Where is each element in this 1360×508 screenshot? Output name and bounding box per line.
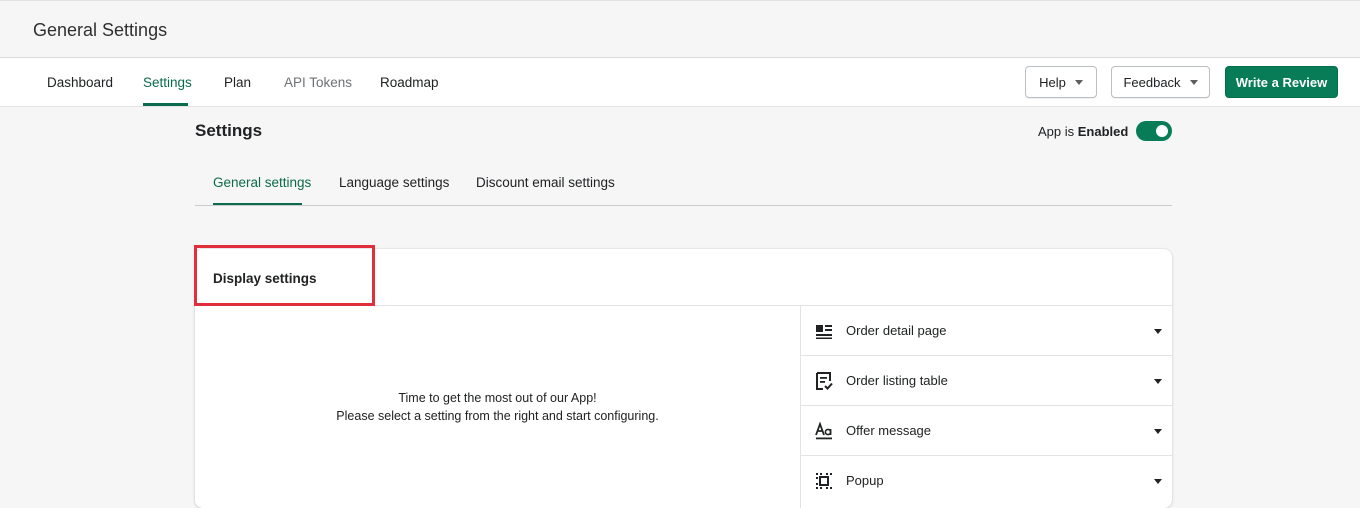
option-label: Popup (846, 473, 884, 488)
option-label: Order detail page (846, 323, 947, 338)
nav-tab-api-tokens[interactable]: API Tokens (284, 75, 352, 90)
subtab-divider (195, 205, 1172, 206)
top-nav: Dashboard Settings Plan API Tokens Roadm… (0, 58, 1360, 107)
popup-icon (816, 473, 832, 489)
write-review-button[interactable]: Write a Review (1225, 66, 1338, 98)
tab-discount-email-settings[interactable]: Discount email settings (476, 175, 615, 190)
option-label: Offer message (846, 423, 932, 438)
empty-state-message: Time to get the most out of our App! Ple… (195, 389, 800, 425)
active-tab-indicator (143, 103, 188, 106)
app-status-label: App is Enabled (1038, 124, 1128, 139)
card-header: Display settings (195, 249, 1172, 306)
app-enabled-toggle[interactable] (1136, 121, 1172, 141)
caret-down-icon (1154, 329, 1162, 334)
empty-state-line-1: Time to get the most out of our App! (398, 391, 597, 405)
title-bar: General Settings (0, 0, 1360, 58)
page-title: General Settings (33, 20, 168, 40)
nav-tab-dashboard[interactable]: Dashboard (47, 75, 113, 90)
settings-options-list: Order detail page Order listing table Of… (800, 306, 1172, 508)
app-status-value: Enabled (1077, 124, 1129, 139)
nav-tab-plan[interactable]: Plan (224, 75, 251, 90)
help-button-label: Help (1039, 74, 1066, 90)
feedback-button[interactable]: Feedback (1111, 66, 1210, 98)
tab-general-settings[interactable]: General settings (213, 175, 311, 190)
option-popup[interactable]: Popup (801, 456, 1172, 506)
display-settings-card: Display settings Time to get the most ou… (195, 249, 1172, 508)
tab-language-settings[interactable]: Language settings (339, 175, 449, 190)
option-order-listing-table[interactable]: Order listing table (801, 356, 1172, 406)
caret-down-icon (1154, 429, 1162, 434)
help-button[interactable]: Help (1025, 66, 1097, 98)
feedback-button-label: Feedback (1123, 74, 1181, 90)
settings-heading: Settings (195, 121, 263, 140)
card-title: Display settings (213, 271, 317, 286)
nav-tab-settings[interactable]: Settings (143, 75, 192, 90)
caret-down-icon (1154, 379, 1162, 384)
caret-down-icon (1154, 479, 1162, 484)
caret-down-icon (1074, 79, 1083, 85)
option-label: Order listing table (846, 373, 948, 388)
option-offer-message[interactable]: Offer message (801, 406, 1172, 456)
toggle-knob (1156, 125, 1168, 137)
option-order-detail-page[interactable]: Order detail page (801, 306, 1172, 356)
app-status-prefix: App is (1038, 124, 1075, 139)
caret-down-icon (1189, 79, 1198, 85)
order-detail-icon (816, 325, 832, 339)
text-style-icon (815, 422, 832, 440)
order-listing-icon (816, 372, 833, 390)
nav-tab-roadmap[interactable]: Roadmap (380, 75, 439, 90)
empty-state-line-2: Please select a setting from the right a… (336, 409, 659, 423)
